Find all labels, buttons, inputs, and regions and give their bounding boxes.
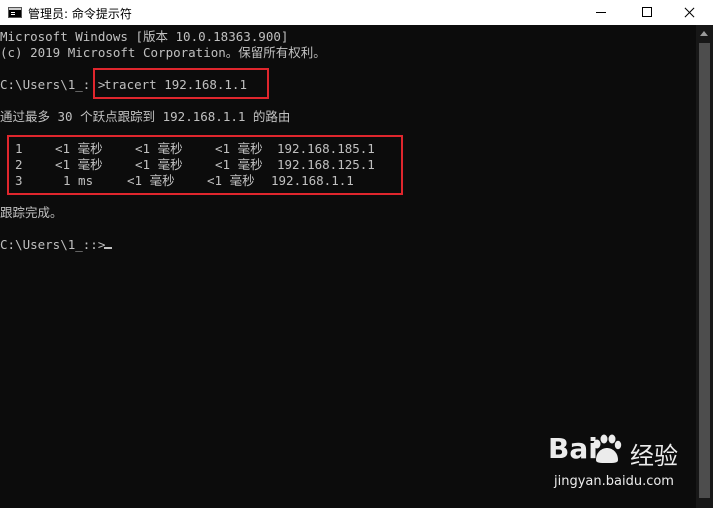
watermark-brand-cn: 经验 [630, 442, 678, 470]
text-cursor [104, 247, 112, 249]
scroll-thumb[interactable] [699, 43, 710, 498]
cmd-icon [8, 7, 22, 18]
vertical-scrollbar[interactable] [696, 25, 713, 508]
hops-highlight-box [7, 135, 403, 195]
title-bar: 管理员: 命令提示符 [0, 0, 713, 25]
close-button[interactable] [667, 0, 713, 25]
trace-complete: 跟踪完成。 [0, 205, 63, 220]
prompt-path: C:\Users\1_::> [0, 77, 106, 92]
trace-header: 通过最多 30 个跃点跟踪到 192.168.1.1 的路由 [0, 109, 291, 124]
version-line: Microsoft Windows [版本 10.0.18363.900] [0, 29, 289, 44]
minimize-button[interactable] [578, 0, 624, 25]
watermark-url: jingyan.baidu.com [554, 474, 674, 489]
command-highlight-box [93, 68, 269, 99]
paw-icon [593, 434, 622, 463]
copyright-line: (c) 2019 Microsoft Corporation。保留所有权利。 [0, 45, 326, 60]
maximize-button[interactable] [624, 0, 670, 25]
baidu-watermark: Bai 经验 jingyan.baidu.com [548, 432, 698, 494]
prompt-current: C:\Users\1_::> [0, 237, 106, 252]
scroll-up-icon[interactable] [700, 31, 708, 36]
window-title: 管理员: 命令提示符 [28, 7, 132, 21]
